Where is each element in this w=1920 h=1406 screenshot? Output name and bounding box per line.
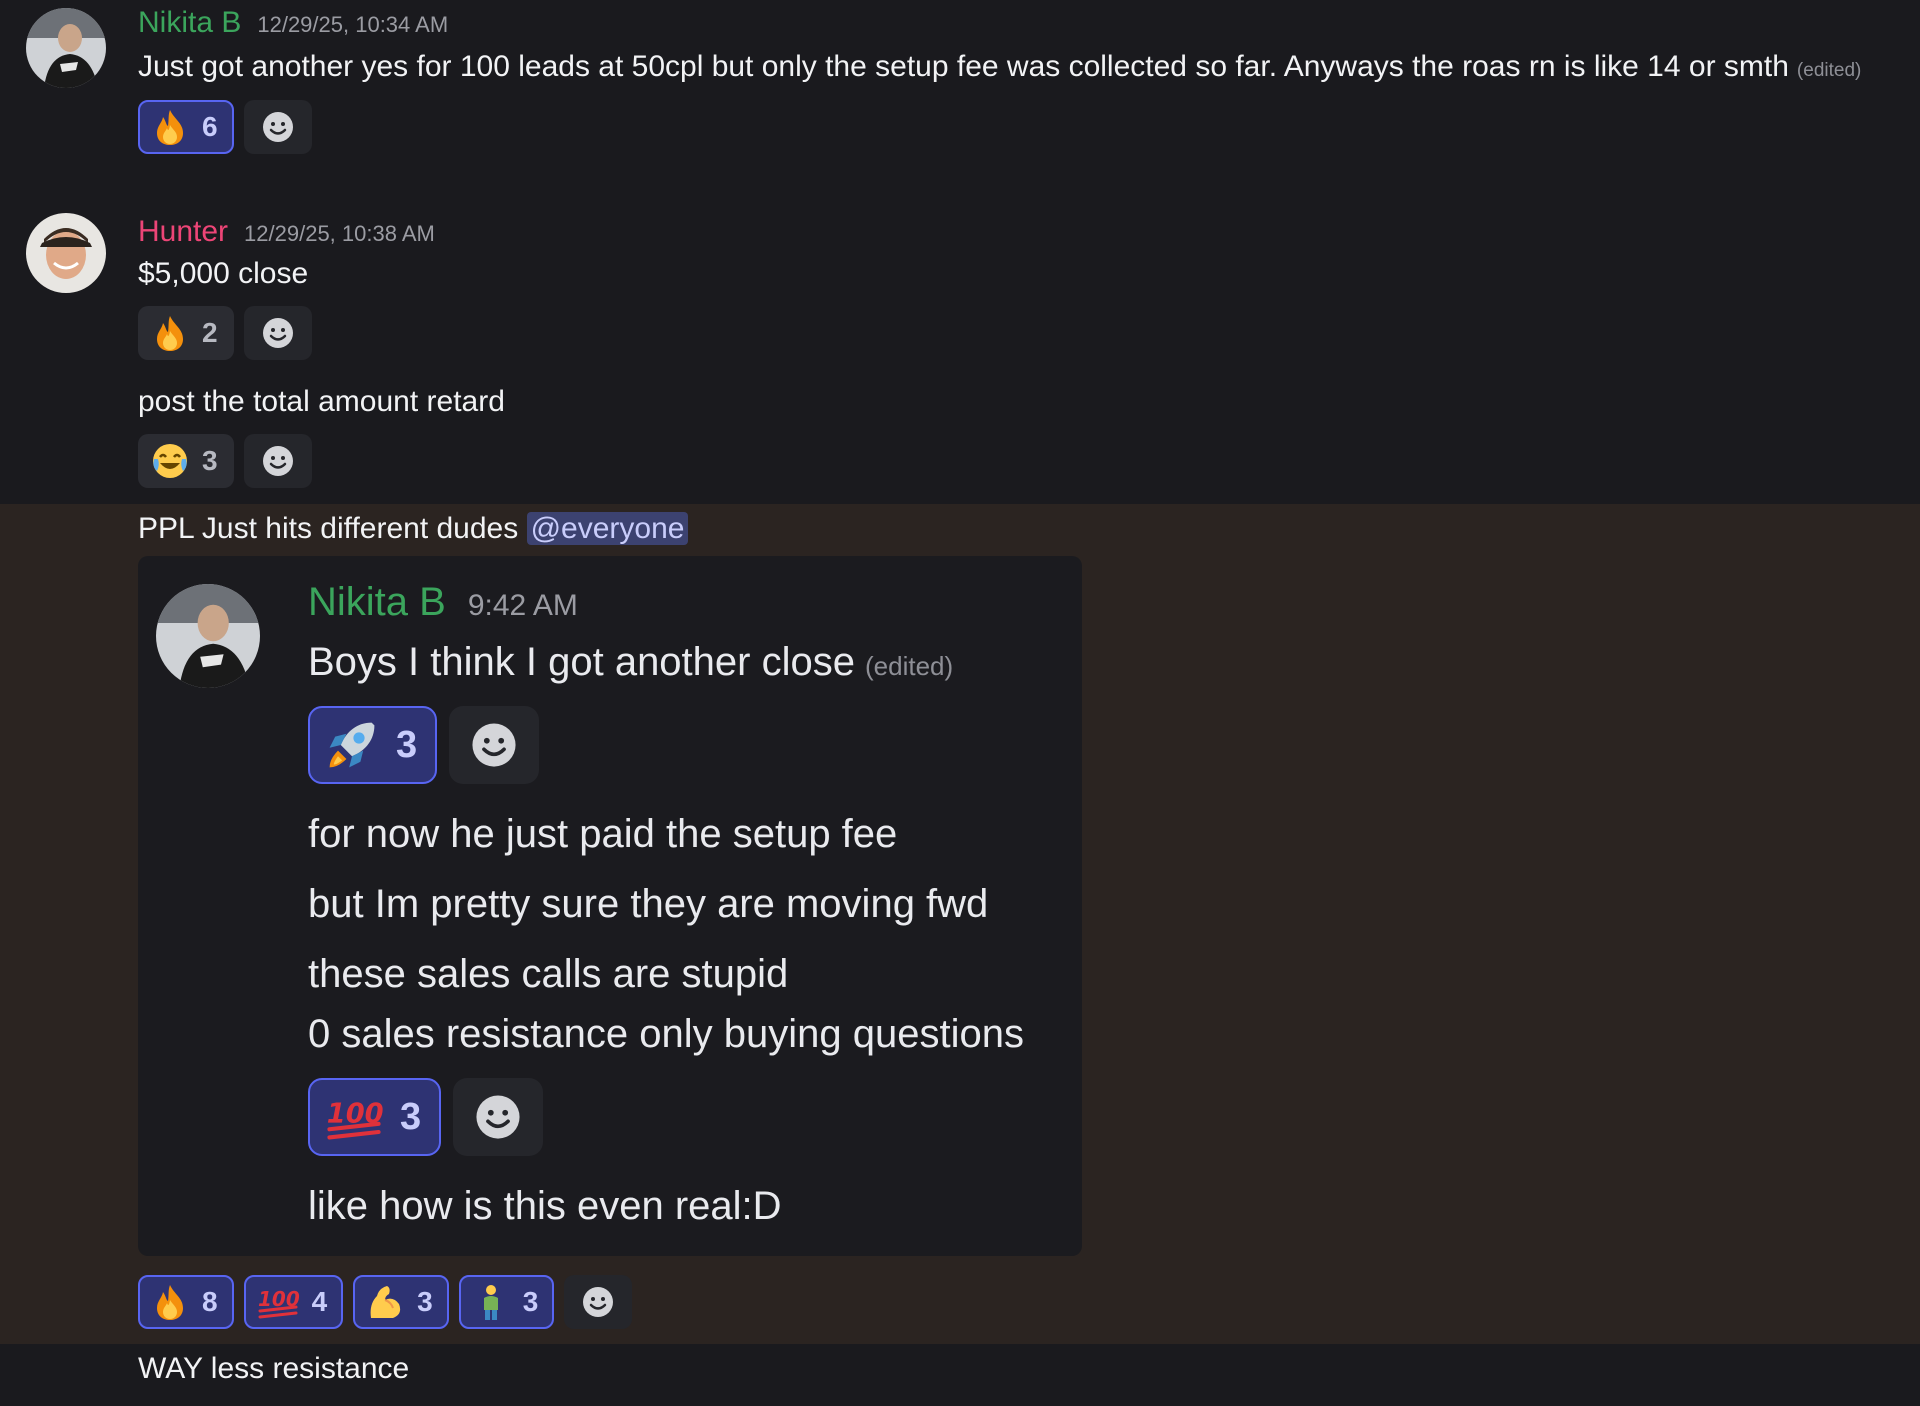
username[interactable]: Nikita B xyxy=(138,6,241,40)
smiley-icon xyxy=(583,1287,614,1317)
smiley-icon xyxy=(262,112,293,142)
hundred-emoji-icon: 100 xyxy=(258,1287,299,1319)
reaction-count: 3 xyxy=(417,1286,433,1317)
smiley-icon xyxy=(472,723,516,767)
embed-line: these sales calls are stupid xyxy=(308,952,789,996)
embed-text: Boys I think I got another close (edited) xyxy=(308,640,953,685)
rocket-emoji-icon xyxy=(329,722,375,768)
reaction-count: 6 xyxy=(202,111,218,142)
embed-reactions: 3 xyxy=(308,706,540,784)
reaction-count: 3 xyxy=(396,723,418,766)
embed-timestamp: 9:42 AM xyxy=(467,589,578,622)
reaction-flexed-biceps[interactable]: 3 xyxy=(353,1275,449,1329)
reaction-person[interactable]: 3 xyxy=(458,1275,555,1329)
reaction-count: 8 xyxy=(202,1286,218,1317)
message-text: $5,000 close xyxy=(138,257,309,290)
reaction-joy[interactable]: 3 xyxy=(138,434,234,488)
message-text: post the total amount retard xyxy=(138,385,505,418)
mention-everyone[interactable]: @everyone xyxy=(526,512,689,545)
message-content: Just got another yes for 100 leads at 50… xyxy=(138,50,1789,83)
message-text: WAY less resistance xyxy=(138,1352,410,1385)
timestamp[interactable]: 12/29/25, 10:34 AM xyxy=(257,12,448,38)
reactions-bar: 2 xyxy=(138,306,312,360)
add-reaction-button[interactable] xyxy=(243,434,312,488)
reactions-bar: 8 100 4 3 3 xyxy=(138,1275,633,1329)
message-content: PPL Just hits different dudes xyxy=(138,512,519,545)
flexed-biceps-emoji-icon xyxy=(370,1286,401,1318)
reactions-bar: 6 xyxy=(138,100,312,154)
reaction-count: 3 xyxy=(522,1286,539,1317)
message-group: Hunter 12/29/25, 10:38 AM $5,000 close 2 xyxy=(0,205,1920,500)
reaction-fire[interactable]: 8 xyxy=(138,1275,234,1329)
reaction-fire[interactable]: 2 xyxy=(138,306,234,360)
embed-reactions: 100 3 xyxy=(308,1078,544,1156)
smiley-icon xyxy=(476,1095,520,1139)
reactions-bar: 3 xyxy=(138,434,312,488)
fire-emoji-icon xyxy=(157,1285,183,1320)
person-emoji-icon xyxy=(483,1285,498,1320)
edited-label: (edited) xyxy=(1796,60,1862,81)
embed-avatar xyxy=(156,584,260,688)
add-reaction-button xyxy=(453,1078,544,1156)
message-text: Just got another yes for 100 leads at 50… xyxy=(138,50,1861,84)
reaction-fire[interactable]: 6 xyxy=(138,100,234,154)
message-text: PPL Just hits different dudes @everyone xyxy=(138,512,689,546)
smiley-icon xyxy=(262,318,293,348)
reaction-count: 3 xyxy=(202,445,218,476)
joy-emoji-icon xyxy=(153,444,187,478)
hundred-emoji-icon: 100 xyxy=(327,1098,384,1140)
timestamp[interactable]: 12/29/25, 10:38 AM xyxy=(244,221,435,247)
reaction-hundred[interactable]: 100 4 xyxy=(243,1275,344,1329)
reaction-count: 2 xyxy=(202,317,218,348)
add-reaction-button[interactable] xyxy=(243,306,312,360)
smiley-icon xyxy=(262,446,293,476)
add-reaction-button xyxy=(449,706,540,784)
add-reaction-button[interactable] xyxy=(243,100,312,154)
chat-messages: Nikita B 12/29/25, 10:34 AM Just got ano… xyxy=(0,0,1920,1406)
fire-emoji-icon xyxy=(157,316,183,351)
add-reaction-button[interactable] xyxy=(564,1275,633,1329)
username[interactable]: Hunter xyxy=(138,215,228,249)
embed-line: Boys I think I got another close xyxy=(308,640,855,684)
fire-emoji-icon xyxy=(157,110,183,145)
reaction-rocket: 3 xyxy=(308,706,438,784)
embed-username: Nikita B xyxy=(308,580,446,624)
embed-line: for now he just paid the setup fee xyxy=(308,812,898,856)
reaction-count: 3 xyxy=(400,1095,422,1138)
embed-line: like how is this even real:D xyxy=(308,1184,782,1228)
reaction-hundred: 100 3 xyxy=(308,1078,442,1156)
reaction-count: 4 xyxy=(311,1286,328,1317)
avatar[interactable] xyxy=(26,8,106,88)
embed-line: but Im pretty sure they are moving fwd xyxy=(308,882,989,926)
embed-edited-label: (edited) xyxy=(864,651,954,681)
embed-line: 0 sales resistance only buying questions xyxy=(308,1012,1024,1056)
attached-image[interactable]: Nikita B 9:42 AM Boys I think I got anot… xyxy=(138,556,1082,1256)
message-group: Nikita B 12/29/25, 10:34 AM Just got ano… xyxy=(0,0,1920,180)
avatar[interactable] xyxy=(26,213,106,293)
